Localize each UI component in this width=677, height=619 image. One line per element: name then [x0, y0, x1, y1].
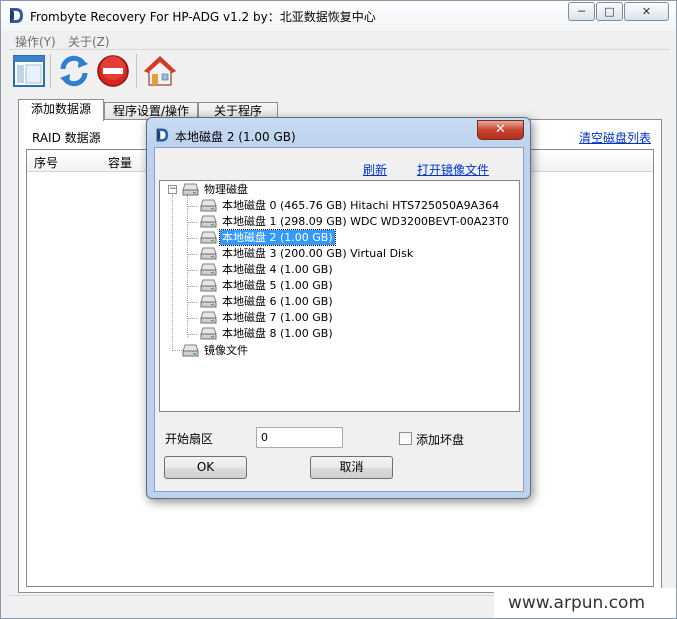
add-bad-disk-label[interactable]: 添加坏盘 — [416, 431, 464, 448]
ok-button[interactable]: OK — [164, 456, 247, 479]
dialog-body: 刷新 打开镜像文件 − 物理磁盘 本地磁盘 0 (465.76 GB) Hita… — [154, 147, 524, 492]
tree-connector — [187, 238, 197, 239]
app-logo-icon — [156, 128, 169, 142]
close-icon: ✕ — [495, 122, 506, 137]
dialog-title: 本地磁盘 2 (1.00 GB) — [175, 130, 296, 144]
raid-source-label: RAID 数据源 — [32, 131, 101, 145]
disk-icon — [200, 199, 217, 212]
tree-node-label: 本地磁盘 3 (200.00 GB) Virtual Disk — [222, 247, 414, 260]
tab-add-source[interactable]: 添加数据源 — [18, 99, 104, 121]
tree-expander[interactable]: − — [168, 185, 177, 194]
tree-connector — [172, 350, 182, 351]
tree-node-label: 本地磁盘 7 (1.00 GB) — [222, 311, 333, 324]
home-icon[interactable] — [143, 54, 177, 88]
minimize-button[interactable]: ─ — [568, 2, 595, 21]
tree-connector — [187, 318, 197, 319]
column-index[interactable]: 序号 — [34, 154, 58, 171]
refresh-icon[interactable] — [57, 54, 91, 88]
app-logo-icon — [10, 8, 23, 23]
tree-connector — [187, 222, 197, 223]
open-image-link[interactable]: 打开镜像文件 — [417, 161, 489, 178]
tree-connector — [187, 206, 197, 207]
tree-connector — [172, 195, 173, 351]
tree-node-label: 本地磁盘 4 (1.00 GB) — [222, 263, 333, 276]
tree-connector — [187, 286, 197, 287]
tree-connector — [187, 270, 197, 271]
disk-icon — [200, 295, 217, 308]
title-bar: Frombyte Recovery For HP-ADG v1.2 by：北亚数… — [1, 1, 676, 31]
tree-connector — [187, 302, 197, 303]
tree-connector — [187, 334, 197, 335]
disk-icon — [200, 215, 217, 228]
stop-icon[interactable] — [96, 54, 130, 88]
tree-node-label: 本地磁盘 5 (1.00 GB) — [222, 279, 333, 292]
refresh-link[interactable]: 刷新 — [363, 161, 387, 178]
disk-select-dialog: 本地磁盘 2 (1.00 GB) ✕ 刷新 打开镜像文件 − 物理磁盘 本地磁盘… — [146, 117, 531, 499]
tree-node-label: 镜像文件 — [204, 344, 248, 357]
layout-icon[interactable] — [12, 54, 46, 88]
tree-node-label: 本地磁盘 8 (1.00 GB) — [222, 327, 333, 340]
menu-about[interactable]: 关于(Z) — [68, 33, 110, 50]
add-bad-disk-checkbox[interactable] — [399, 432, 412, 445]
disk-icon — [182, 344, 199, 357]
cancel-button[interactable]: 取消 — [310, 456, 393, 479]
tree-node-label: 本地磁盘 2 (1.00 GB) — [219, 229, 336, 246]
toolbar — [9, 51, 670, 91]
disk-icon — [200, 263, 217, 276]
disk-icon — [200, 327, 217, 340]
maximize-button[interactable]: □ — [596, 2, 623, 21]
tree-node-label: 本地磁盘 0 (465.76 GB) Hitachi HTS725050A9A3… — [222, 199, 500, 212]
tree-node-label: 本地磁盘 6 (1.00 GB) — [222, 295, 333, 308]
start-sector-label: 开始扇区 — [165, 432, 214, 446]
tree-connector — [187, 195, 188, 337]
dialog-close-button[interactable]: ✕ — [477, 120, 524, 140]
disk-icon — [182, 183, 199, 196]
tree-node-label: 本地磁盘 1 (298.09 GB) WDC WD3200BEVT-00A23T… — [222, 215, 509, 228]
watermark: www.arpun.com — [494, 588, 676, 618]
disk-icon — [200, 231, 217, 244]
start-sector-input[interactable] — [256, 427, 343, 448]
disk-icon — [200, 311, 217, 324]
clear-disk-list-link[interactable]: 清空磁盘列表 — [579, 129, 651, 146]
close-button[interactable]: ✕ — [624, 2, 669, 21]
menu-operation[interactable]: 操作(Y) — [15, 33, 56, 50]
tree-node-label: 物理磁盘 — [204, 183, 248, 196]
toolbar-separator — [136, 54, 137, 88]
disk-icon — [200, 247, 217, 260]
window-title: Frombyte Recovery For HP-ADG v1.2 by：北亚数… — [30, 10, 376, 24]
disk-tree[interactable]: − 物理磁盘 本地磁盘 0 (465.76 GB) Hitachi HTS725… — [159, 180, 520, 412]
column-capacity[interactable]: 容量 — [108, 154, 132, 171]
disk-icon — [200, 279, 217, 292]
menu-bar: 操作(Y) 关于(Z) — [9, 31, 670, 50]
toolbar-separator — [50, 54, 51, 88]
tree-connector — [187, 254, 197, 255]
